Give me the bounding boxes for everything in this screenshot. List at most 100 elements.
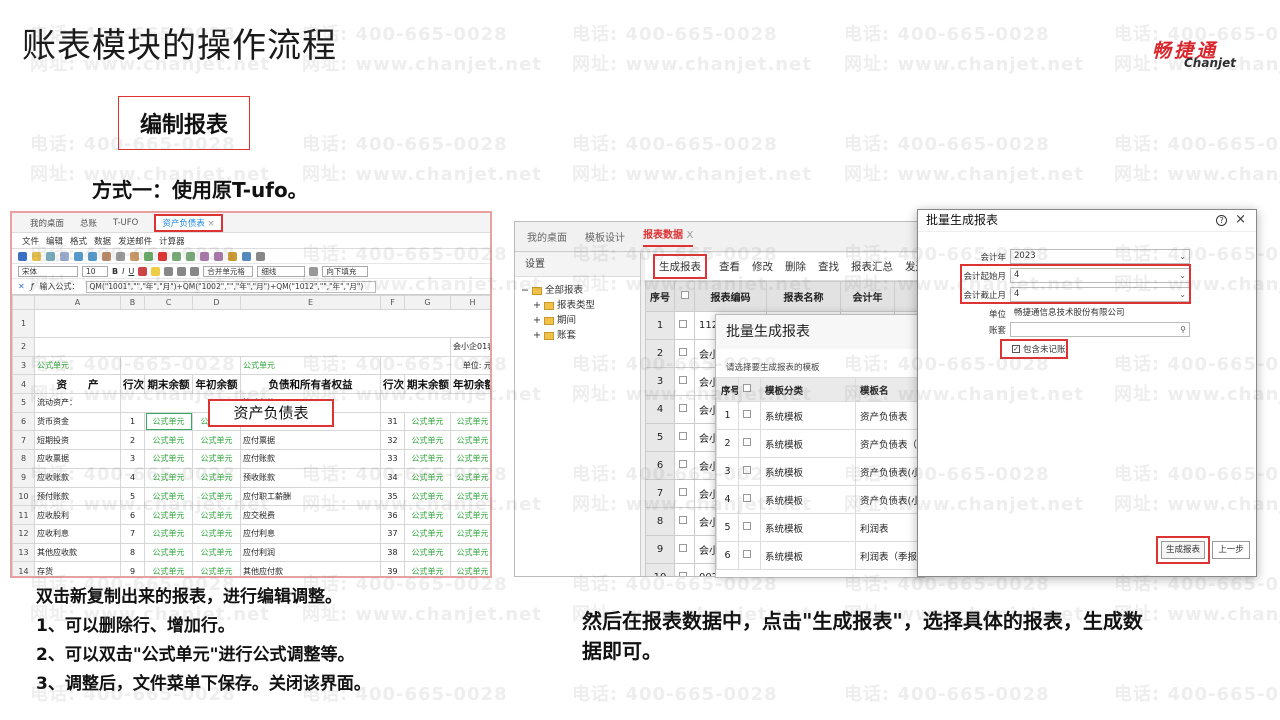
row-header[interactable]: 11: [12, 505, 35, 525]
fill-color-icon[interactable]: [151, 266, 161, 276]
header-cell[interactable]: 年初余额: [192, 374, 241, 395]
formula-cell[interactable]: 公式单元: [450, 523, 490, 544]
spreadsheet-grid[interactable]: A B C D E F G H 1 2 会小企01表 3 公式单元 公式单元 单位: 元…: [12, 295, 490, 576]
expand-icon[interactable]: +: [533, 298, 541, 313]
table-row[interactable]: 1 系统模板 资产负债表: [716, 401, 924, 430]
tab-report-data[interactable]: 报表数据 X: [643, 226, 694, 247]
column-header[interactable]: 模板名: [855, 377, 924, 402]
generate-report-button[interactable]: 生成报表: [1161, 541, 1205, 559]
row-checkbox[interactable]: [674, 423, 695, 452]
table-row[interactable]: 2 系统模板 资产负债表（: [716, 429, 924, 458]
row-header[interactable]: 8: [12, 449, 35, 469]
formula-cell[interactable]: 公式单元: [144, 430, 193, 451]
column-header[interactable]: 序号: [716, 377, 739, 402]
formula-cell[interactable]: 公式单元: [404, 467, 451, 488]
summary-button[interactable]: 报表汇总: [851, 259, 893, 274]
redo-icon[interactable]: [88, 251, 97, 261]
cut-icon[interactable]: [102, 251, 111, 261]
tab-tufo[interactable]: T-UFO: [113, 218, 138, 228]
formula-cell[interactable]: 公式单元: [192, 523, 241, 544]
search-icon[interactable]: ⚲: [1180, 323, 1186, 336]
view-button[interactable]: 查看: [719, 259, 740, 274]
formula-cell[interactable]: 公式单元: [450, 449, 490, 469]
header-cell[interactable]: 期末余额: [144, 374, 193, 395]
insert-col-icon[interactable]: [186, 251, 195, 261]
row-header[interactable]: 6: [12, 411, 35, 432]
table-row[interactable]: 4 系统模板 资产负债表(小: [716, 485, 924, 514]
formula-cell[interactable]: 公式单元: [192, 430, 241, 451]
title-cell[interactable]: [34, 309, 490, 338]
sort-icon[interactable]: [242, 251, 251, 261]
find-button[interactable]: 查找: [818, 259, 839, 274]
generate-report-button[interactable]: 生成报表: [653, 254, 707, 279]
menu-edit[interactable]: 编辑: [46, 235, 63, 247]
delete-icon[interactable]: [158, 251, 167, 261]
cell[interactable]: 短期投资: [34, 430, 121, 451]
fx-icon[interactable]: ƒ: [31, 282, 34, 291]
cell[interactable]: 31: [380, 411, 405, 432]
cell[interactable]: 货币资金: [34, 411, 121, 432]
book-input[interactable]: ⚲: [1010, 322, 1190, 337]
tab-template-design[interactable]: 模板设计: [585, 229, 625, 244]
cell[interactable]: 3: [120, 449, 145, 469]
col-header[interactable]: D: [192, 295, 241, 310]
expand-icon[interactable]: +: [533, 313, 541, 328]
insert-icon[interactable]: [144, 251, 153, 261]
cell[interactable]: [380, 393, 490, 413]
col-header[interactable]: G: [404, 295, 451, 310]
section-cell[interactable]: 流动资产：: [34, 393, 121, 413]
formula-cell[interactable]: 公式单元: [192, 561, 241, 576]
row-checkbox[interactable]: [738, 457, 761, 486]
row-checkbox[interactable]: [674, 367, 695, 396]
formula-cell[interactable]: 公式单元: [144, 523, 193, 544]
row-checkbox[interactable]: [674, 339, 695, 368]
underline-button[interactable]: U: [128, 267, 134, 276]
cell[interactable]: 5: [120, 486, 145, 507]
row-header[interactable]: 5: [12, 393, 35, 413]
formula-cell[interactable]: 公式单元: [404, 505, 451, 525]
delete-row-icon[interactable]: [200, 251, 209, 261]
menu-format[interactable]: 格式: [70, 235, 87, 247]
table-row[interactable]: 6 系统模板 利润表（季报: [716, 541, 924, 570]
undo-icon[interactable]: [74, 251, 83, 261]
row-header[interactable]: 9: [12, 467, 35, 488]
row-header[interactable]: 10: [12, 486, 35, 507]
header-cell[interactable]: 行次: [380, 374, 405, 395]
header-cell[interactable]: 行次: [120, 374, 145, 395]
menu-send-mail[interactable]: 发送邮件: [118, 235, 152, 247]
row-header[interactable]: 1: [12, 309, 35, 338]
formula-cell[interactable]: 公式单元: [144, 561, 193, 576]
row-header[interactable]: 7: [12, 430, 35, 451]
cell[interactable]: 39: [380, 561, 405, 576]
cancel-formula-icon[interactable]: ✕: [18, 282, 25, 291]
formula-cell[interactable]: 公式单元: [404, 486, 451, 507]
formula-cell[interactable]: 公式单元: [404, 561, 451, 576]
column-header[interactable]: 报表编码: [694, 281, 767, 312]
select-all-checkbox[interactable]: [674, 281, 695, 312]
row-checkbox[interactable]: [674, 311, 695, 340]
bold-button[interactable]: B: [112, 267, 118, 276]
formula-cell[interactable]: 公式单元: [450, 430, 490, 451]
insert-row-icon[interactable]: [172, 251, 181, 261]
col-header[interactable]: E: [240, 295, 381, 310]
find-icon[interactable]: [228, 251, 237, 261]
tree-node-all[interactable]: − 全部报表: [521, 283, 640, 298]
row-header[interactable]: 14: [12, 561, 35, 576]
formula-cell[interactable]: 公式单元: [404, 411, 451, 432]
header-cell[interactable]: 期末余额: [404, 374, 451, 395]
font-size-select[interactable]: 10: [82, 265, 108, 277]
menu-data[interactable]: 数据: [94, 235, 111, 247]
brush-icon[interactable]: [309, 266, 319, 276]
close-icon[interactable]: ×: [208, 219, 215, 229]
merge-select[interactable]: 合并单元格: [203, 265, 254, 277]
row-checkbox[interactable]: [738, 541, 761, 570]
col-header[interactable]: B: [120, 295, 145, 310]
formula-cell[interactable]: 公式单元: [192, 449, 241, 469]
tab-ledger[interactable]: 总账: [80, 217, 97, 229]
delete-button[interactable]: 删除: [785, 259, 806, 274]
cell[interactable]: [34, 337, 451, 357]
formula-cell[interactable]: 公式单元: [240, 355, 381, 376]
expand-icon[interactable]: +: [533, 328, 541, 343]
header-cell[interactable]: 资 产: [34, 374, 121, 395]
tree-node-period[interactable]: + 期间: [521, 313, 640, 328]
